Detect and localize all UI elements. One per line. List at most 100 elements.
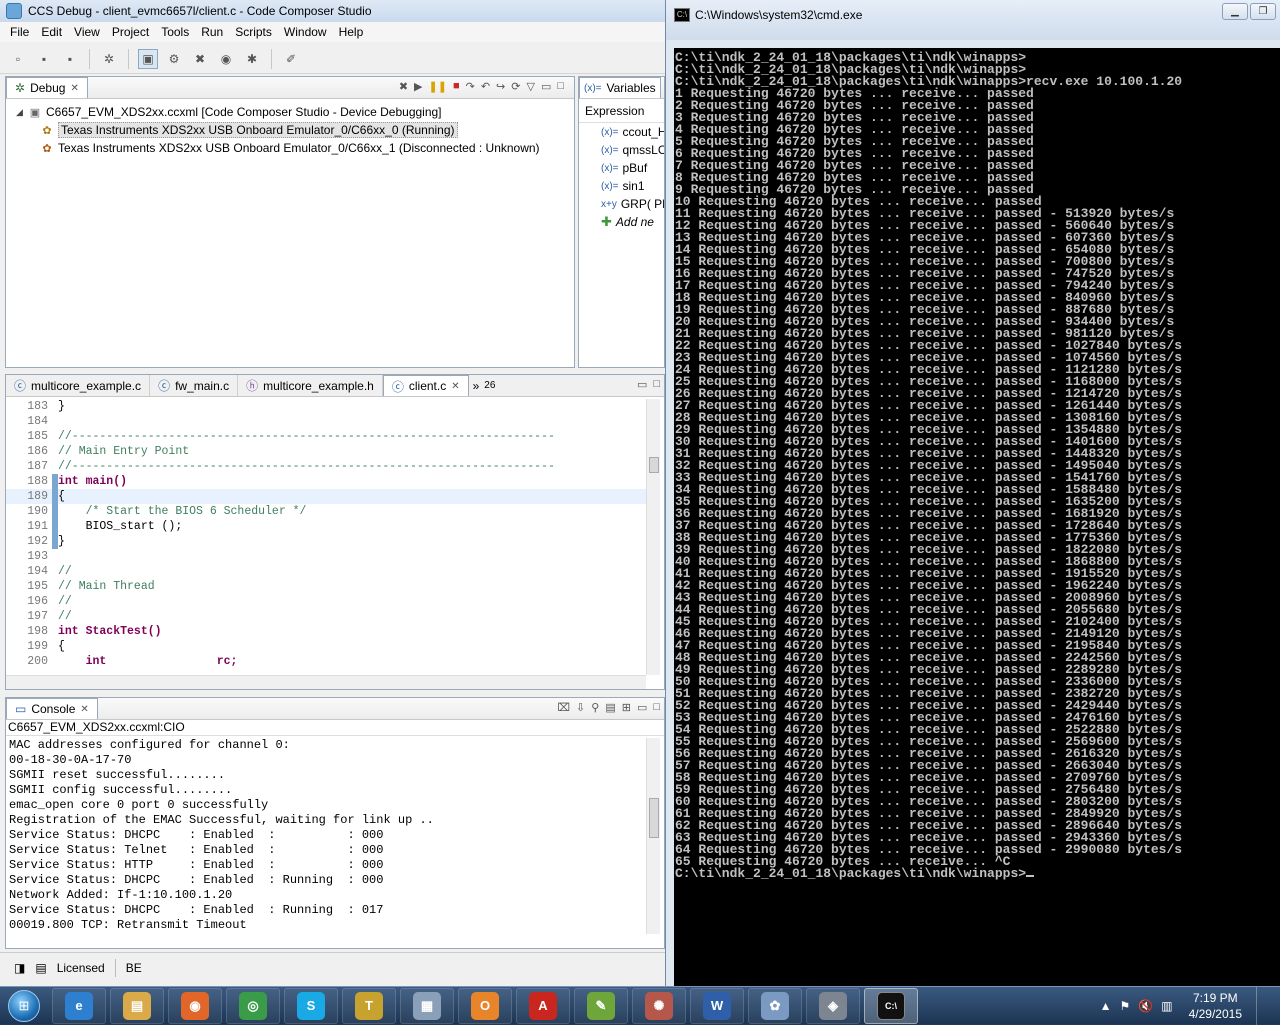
- var-row[interactable]: (x)= qmssLC: [579, 141, 664, 159]
- menu-help[interactable]: Help: [333, 25, 370, 39]
- expand-arrow-icon[interactable]: ◢: [16, 107, 28, 118]
- code-line[interactable]: 183}: [6, 399, 646, 414]
- code-line[interactable]: 192}: [6, 534, 646, 549]
- step-over-icon[interactable]: ↶: [481, 80, 490, 93]
- maximize-icon[interactable]: □: [557, 80, 564, 93]
- script-icon[interactable]: ✱: [242, 49, 262, 69]
- tab-console[interactable]: ▭ Console ✕: [6, 698, 98, 719]
- maximize-icon[interactable]: □: [653, 701, 660, 714]
- memory-view-icon[interactable]: ▣: [138, 48, 158, 69]
- scroll-thumb[interactable]: [649, 457, 659, 473]
- tab-variables[interactable]: (x)= Variables: [579, 77, 661, 98]
- menu-view[interactable]: View: [68, 25, 106, 39]
- debug-icon[interactable]: ✲: [99, 49, 119, 69]
- scroll-thumb[interactable]: [649, 798, 659, 838]
- expression-column-header[interactable]: Expression: [585, 104, 644, 118]
- show-desktop-button[interactable]: [1256, 987, 1270, 1025]
- taskbar-button[interactable]: A: [516, 987, 570, 1024]
- tree-core1[interactable]: ✿ Texas Instruments XDS2xx USB Onboard E…: [16, 139, 574, 157]
- close-icon[interactable]: ✕: [70, 83, 78, 94]
- var-row[interactable]: (x)= ccout_H: [579, 123, 664, 141]
- view-menu-icon[interactable]: ▽: [526, 80, 534, 93]
- taskbar-button[interactable]: S: [284, 987, 338, 1024]
- code-line[interactable]: 185 //-----------------------------------…: [6, 429, 646, 444]
- scroll-lock-icon[interactable]: ⇩: [576, 701, 585, 714]
- menu-edit[interactable]: Edit: [35, 25, 68, 39]
- taskbar-button[interactable]: C:\: [864, 987, 918, 1024]
- menu-scripts[interactable]: Scripts: [229, 25, 278, 39]
- add-new-expression[interactable]: ✚ Add ne: [579, 213, 664, 231]
- breakpoint-icon[interactable]: ✖: [190, 49, 210, 69]
- pin-console-icon[interactable]: ⚲: [591, 701, 599, 714]
- tab-overflow[interactable]: » 26: [469, 375, 500, 396]
- tree-session[interactable]: ◢ ▣ C6657_EVM_XDS2xx.ccxml [Code Compose…: [16, 103, 574, 121]
- code-line[interactable]: 190 /* Start the BIOS 6 Scheduler */: [6, 504, 646, 519]
- taskbar-button[interactable]: ▤: [110, 987, 164, 1024]
- action-center-icon[interactable]: ⚑: [1120, 999, 1131, 1013]
- target-icon[interactable]: ◉: [216, 49, 236, 69]
- minimize-icon[interactable]: ▭: [637, 701, 647, 714]
- taskbar-button[interactable]: e: [52, 987, 106, 1024]
- editor-horizontal-scrollbar[interactable]: [6, 675, 646, 689]
- code-line[interactable]: 199 {: [6, 639, 646, 654]
- step-return-icon[interactable]: ↪: [496, 80, 505, 93]
- ccs-title-bar[interactable]: CCS Debug - client_evmc6657l/client.c - …: [0, 0, 665, 22]
- tab-debug[interactable]: ✲ Debug ✕: [6, 77, 88, 98]
- taskbar-button[interactable]: ▦: [400, 987, 454, 1024]
- new-icon[interactable]: ▫: [8, 49, 28, 69]
- menu-project[interactable]: Project: [106, 25, 155, 39]
- menu-tools[interactable]: Tools: [155, 25, 195, 39]
- minimize-button[interactable]: ▁: [1222, 3, 1248, 20]
- taskbar-button[interactable]: ◈: [806, 987, 860, 1024]
- cmd-title-bar[interactable]: C:\ C:\Windows\system32\cmd.exe ▁ ❐: [666, 0, 1280, 40]
- menu-run[interactable]: Run: [195, 25, 229, 39]
- console-vertical-scrollbar[interactable]: [646, 738, 660, 934]
- reset-icon[interactable]: ⟳: [511, 80, 520, 93]
- var-row[interactable]: (x)= pBuf: [579, 159, 664, 177]
- taskbar-button[interactable]: ✿: [748, 987, 802, 1024]
- save-all-icon[interactable]: ▪: [60, 49, 80, 69]
- taskbar-button[interactable]: ◎: [226, 987, 280, 1024]
- editor-vertical-scrollbar[interactable]: [646, 399, 660, 675]
- close-icon[interactable]: ✕: [451, 381, 459, 392]
- close-icon[interactable]: ✕: [80, 704, 88, 715]
- cmd-terminal-output[interactable]: C:\ti\ndk_2_24_01_18\packages\ti\ndk\win…: [674, 48, 1280, 986]
- taskbar-button[interactable]: ✺: [632, 987, 686, 1024]
- start-button[interactable]: ⊞: [0, 987, 48, 1025]
- code-line[interactable]: 186 // Main Entry Point: [6, 444, 646, 459]
- save-icon[interactable]: ▪: [34, 49, 54, 69]
- taskbar-button[interactable]: W: [690, 987, 744, 1024]
- tools-icon[interactable]: ✐: [281, 49, 301, 69]
- maximize-icon[interactable]: □: [653, 378, 660, 391]
- tab-fw-main-c[interactable]: ⓒ fw_main.c: [150, 375, 239, 396]
- code-line[interactable]: 193: [6, 549, 646, 564]
- suspend-icon[interactable]: ❚❚: [429, 80, 447, 93]
- code-line[interactable]: 189 {: [6, 489, 646, 504]
- menu-window[interactable]: Window: [278, 25, 333, 39]
- open-console-icon[interactable]: ⊞: [622, 701, 631, 714]
- show-hidden-icons-icon[interactable]: ▲: [1100, 999, 1112, 1013]
- code-line[interactable]: 191 BIOS_start ();: [6, 519, 646, 534]
- clock[interactable]: 7:19 PM 4/29/2015: [1189, 990, 1242, 1022]
- code-line[interactable]: 184: [6, 414, 646, 429]
- code-line[interactable]: 187 //-----------------------------------…: [6, 459, 646, 474]
- terminate-icon[interactable]: ■: [453, 80, 460, 93]
- code-editor[interactable]: 183} 184 185//----------------------------…: [6, 399, 646, 675]
- code-line[interactable]: 188 int main(): [6, 474, 646, 489]
- remove-terminated-icon[interactable]: ✖: [399, 80, 408, 93]
- tab-multicore-example-c[interactable]: ⓒ multicore_example.c: [6, 375, 151, 396]
- tab-client-c[interactable]: ⓒ client.c ✕: [382, 375, 469, 396]
- restore-button[interactable]: ❐: [1250, 3, 1276, 20]
- taskbar-button[interactable]: T: [342, 987, 396, 1024]
- tree-core0[interactable]: ✿ Texas Instruments XDS2xx USB Onboard E…: [16, 121, 574, 139]
- code-line[interactable]: 200 int rc;: [6, 654, 646, 669]
- code-line[interactable]: 197 //: [6, 609, 646, 624]
- tab-multicore-example-h[interactable]: ⓗ multicore_example.h: [238, 375, 383, 396]
- display-console-icon[interactable]: ▤: [605, 701, 615, 714]
- code-line[interactable]: 198 int StackTest(): [6, 624, 646, 639]
- var-row[interactable]: x+y GRP( PL: [579, 195, 664, 213]
- var-row[interactable]: (x)= sin1: [579, 177, 664, 195]
- step-into-icon[interactable]: ↷: [466, 80, 475, 93]
- clear-console-icon[interactable]: ⌧: [557, 701, 570, 714]
- code-line[interactable]: 194 //: [6, 564, 646, 579]
